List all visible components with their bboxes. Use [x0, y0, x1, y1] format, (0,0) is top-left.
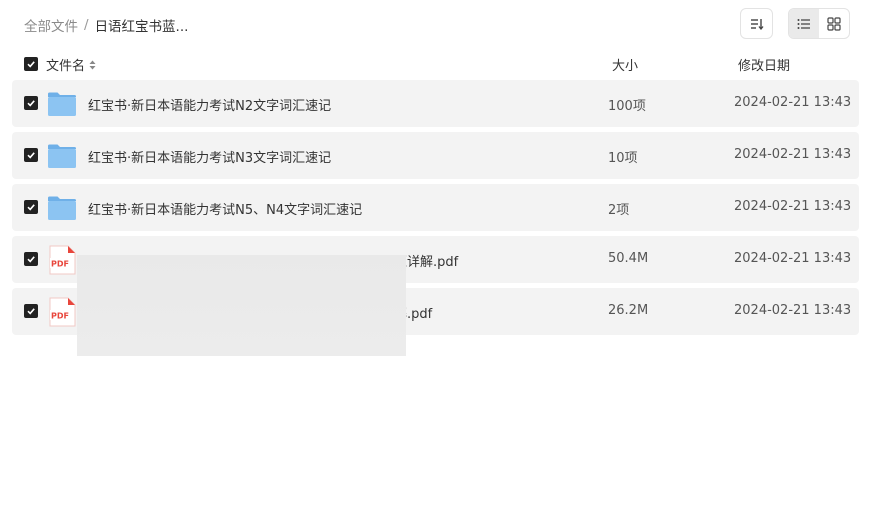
file-size: 100项 — [608, 99, 646, 114]
date-column-header: 修改日期 — [738, 59, 791, 74]
file-size: 50.4M — [608, 251, 649, 266]
svg-text:PDF: PDF — [51, 260, 69, 269]
table-header: 文件名 大小 修改日期 — [12, 50, 859, 78]
checkmark-icon — [27, 100, 35, 107]
row-checkbox[interactable] — [24, 252, 38, 266]
file-name[interactable]: 红宝书·新日本语能力考试N2文字词汇速记 — [88, 95, 331, 114]
breadcrumb-current: 日语红宝书蓝... — [94, 19, 189, 35]
sort-arrows-icon — [89, 60, 96, 70]
row-checkbox[interactable] — [24, 304, 38, 318]
name-column-label: 文件名 — [46, 59, 86, 74]
folder-icon — [48, 196, 76, 220]
pdf-file-icon: PDF — [49, 297, 76, 327]
breadcrumb-root-link[interactable]: 全部文件 — [24, 15, 78, 35]
folder-icon — [48, 144, 76, 168]
file-name[interactable]: 红宝书·新日本语能力考试N5、N4文字词汇速记 — [88, 199, 362, 218]
file-date: 2024-02-21 13:43 — [734, 147, 852, 162]
file-size: 10项 — [608, 151, 638, 166]
list-view-button[interactable] — [789, 9, 819, 38]
breadcrumb-separator: / — [84, 17, 89, 33]
pdf-file-icon: PDF — [49, 245, 76, 275]
checkmark-icon — [27, 204, 35, 211]
breadcrumb: 全部文件 / 日语红宝书蓝... — [24, 15, 188, 35]
file-row[interactable]: 红宝书·新日本语能力考试N5、N4文字词汇速记 2项 2024-02-21 13… — [12, 184, 859, 231]
file-size: 2项 — [608, 203, 630, 218]
select-all-checkbox[interactable] — [24, 57, 38, 71]
checkmark-icon — [27, 61, 35, 68]
list-view-icon — [797, 18, 810, 29]
folder-icon — [48, 92, 76, 116]
checkmark-icon — [27, 308, 35, 315]
sort-icon — [750, 18, 764, 30]
file-date: 2024-02-21 13:43 — [734, 303, 852, 318]
checkmark-icon — [27, 152, 35, 159]
file-row[interactable]: 红宝书·新日本语能力考试N2文字词汇速记 100项 2024-02-21 13:… — [12, 80, 859, 127]
checkmark-icon — [27, 256, 35, 263]
sort-button[interactable] — [740, 8, 773, 39]
size-column-header: 大小 — [612, 59, 639, 74]
file-date: 2024-02-21 13:43 — [734, 199, 852, 214]
file-size: 26.2M — [608, 303, 649, 318]
file-date: 2024-02-21 13:43 — [734, 251, 852, 266]
row-checkbox[interactable] — [24, 148, 38, 162]
grid-view-button[interactable] — [819, 9, 849, 38]
grid-view-icon — [827, 16, 841, 31]
file-date: 2024-02-21 13:43 — [734, 95, 852, 110]
view-toggle — [788, 8, 850, 39]
top-bar: 全部文件 / 日语红宝书蓝... — [0, 0, 874, 48]
row-checkbox[interactable] — [24, 200, 38, 214]
file-name[interactable]: 红宝书·新日本语能力考试N3文字词汇速记 — [88, 147, 331, 166]
name-column-header[interactable]: 文件名 — [46, 55, 96, 74]
svg-text:PDF: PDF — [51, 312, 69, 321]
row-checkbox[interactable] — [24, 96, 38, 110]
file-row[interactable]: 红宝书·新日本语能力考试N3文字词汇速记 10项 2024-02-21 13:4… — [12, 132, 859, 179]
redaction-overlay — [77, 255, 406, 356]
